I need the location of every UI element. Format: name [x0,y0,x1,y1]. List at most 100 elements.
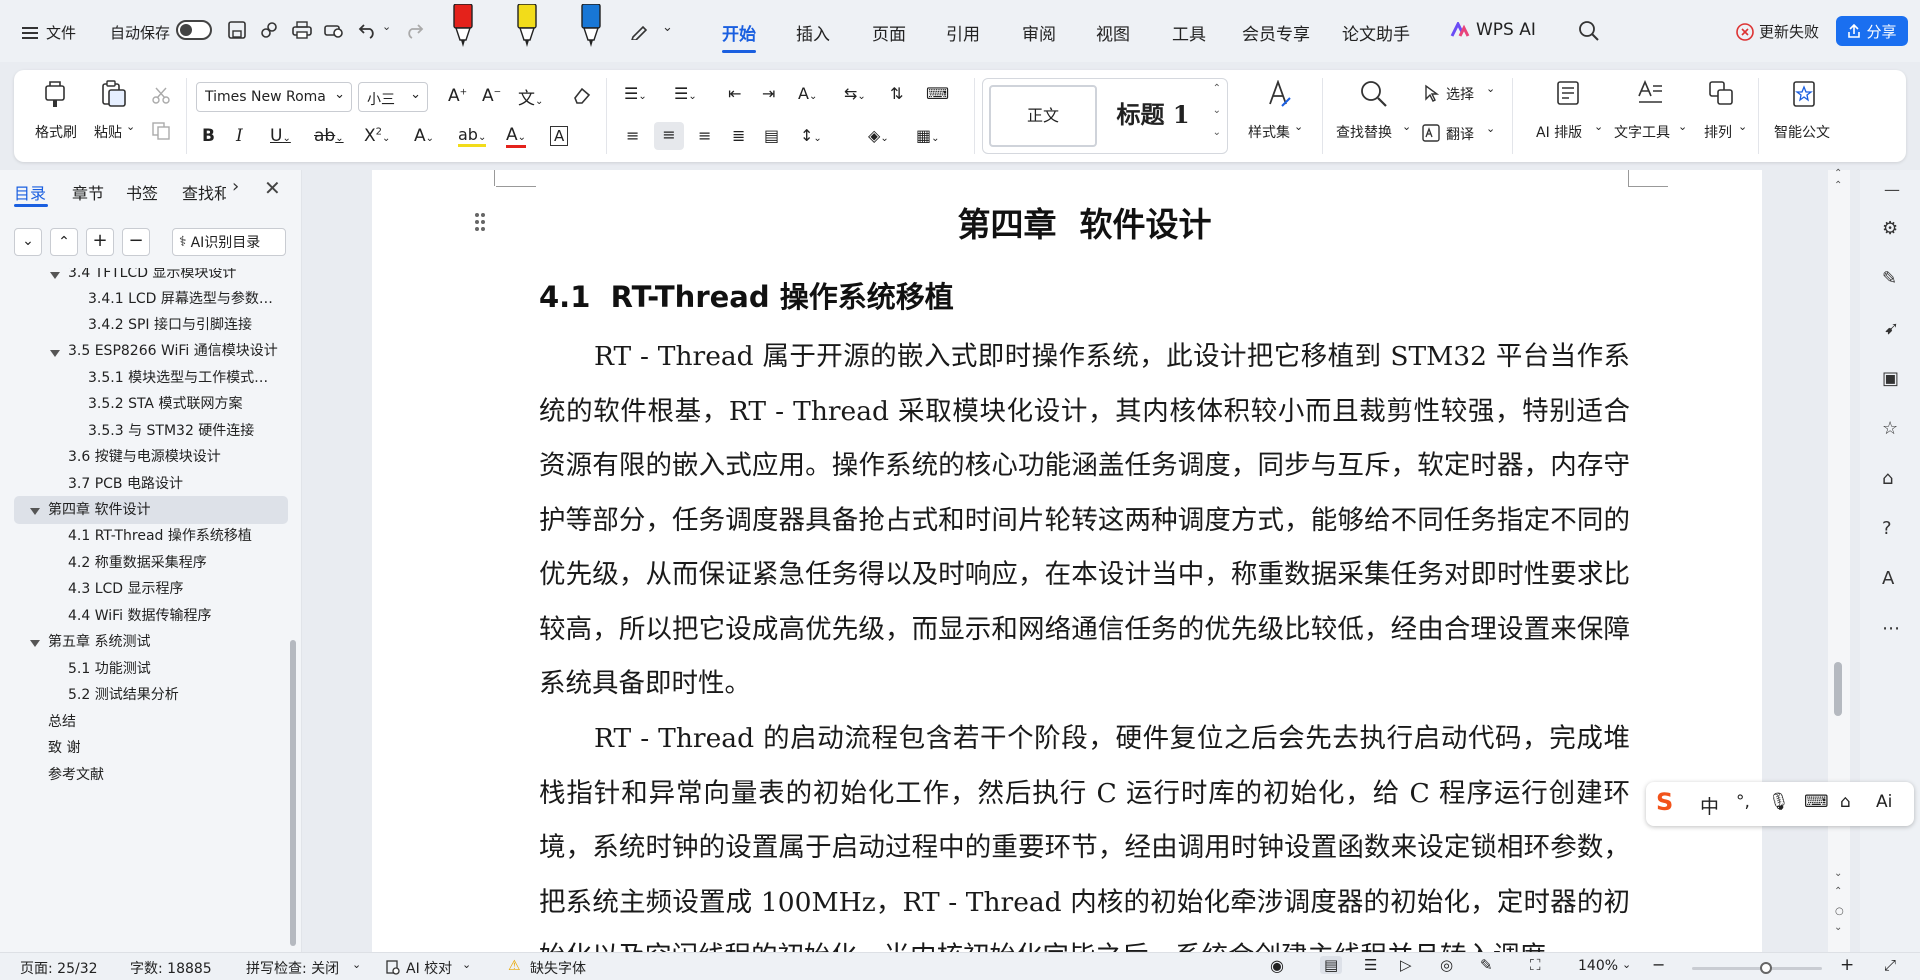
smart-doc-label[interactable]: 智能公文 [1774,122,1830,142]
grow-font-icon[interactable]: A+ [448,86,467,106]
tab-wps-ai[interactable]: WPS AI [1450,20,1536,40]
autosave-toggle[interactable] [176,20,212,40]
undo-dropdown-icon[interactable]: ⌄ [382,20,391,33]
toc-item[interactable]: 参考文献 [48,764,278,784]
more-icon[interactable]: ⋯ [1882,618,1900,639]
line-spacing-button[interactable]: ↕⌄ [800,126,822,145]
toc-expand-icon[interactable] [30,508,40,515]
toc-item[interactable]: 致 谢 [48,737,278,757]
find-replace-label[interactable]: 查找替换 [1336,122,1392,142]
toc-item[interactable]: 3.6 按键与电源模块设计 [68,446,278,466]
bold-button[interactable]: B [202,126,215,146]
prev-page-icon[interactable]: ⌃ [1834,886,1842,897]
paragraph-2[interactable]: RT - Thread 的启动流程包含若干个阶段，硬件复位之后会先去执行启动代码… [539,712,1630,952]
style-set-label[interactable]: 样式集 [1248,122,1290,142]
style-scroll-up-icon[interactable]: ⌃ [1213,83,1221,94]
tab-insert[interactable]: 插入 [796,20,830,45]
yellow-marker-icon[interactable] [514,4,540,48]
clear-format-icon[interactable] [572,86,592,104]
italic-button[interactable]: I [236,126,243,146]
ai-layout-label[interactable]: AI 排版 [1536,122,1582,142]
tab-view[interactable]: 视图 [1096,20,1130,45]
distributed-button[interactable]: ▤ [764,126,779,145]
text-tools-label[interactable]: 文字工具 [1614,122,1670,142]
toc-item[interactable]: 4.4 WiFi 数据传输程序 [68,605,278,625]
outline-view-icon[interactable]: ☰ [1364,956,1377,974]
doc-scrollbar-thumb[interactable] [1834,662,1842,716]
toc-item[interactable]: 3.5 ESP8266 WiFi 通信模块设计 [68,340,278,360]
write-mode-icon[interactable]: ✎ [1480,956,1493,974]
bullet-list-button[interactable]: ☰⌄ [624,84,647,103]
toc-item[interactable]: 3.7 PCB 电路设计 [68,473,278,493]
justify-button[interactable]: ≣ [732,126,745,145]
pen-icon[interactable] [630,22,650,40]
remove-heading-button[interactable]: − [122,228,150,256]
phonetic-guide-icon[interactable]: 文⌄ [518,84,543,109]
eye-protection-icon[interactable]: ◉ [1270,956,1284,975]
blue-marker-icon[interactable] [578,4,604,48]
search-icon[interactable] [1578,20,1600,42]
select-dropdown-icon[interactable]: ⌄ [1486,82,1495,95]
zoom-level[interactable]: 140% [1578,958,1618,974]
tab-references[interactable]: 引用 [946,20,980,45]
help-icon[interactable]: ? [1882,518,1892,539]
browse-object-icon[interactable]: ○ [1835,906,1844,917]
tab-review[interactable]: 审阅 [1022,20,1056,45]
font-size-select[interactable]: 小三 ⌄ [358,82,428,112]
close-pane-icon[interactable]: ✕ [264,176,281,200]
collapse-toolbar-icon[interactable]: — [1884,180,1900,199]
next-page-icon[interactable]: ⌄ [1834,922,1842,933]
arrange-dropdown-icon[interactable]: ⌄ [1738,120,1747,133]
borders-button[interactable]: ▦⌄ [916,126,940,145]
toc-item[interactable]: 3.5.1 模块选型与工作模式配置 [88,367,278,387]
text-tools-icon[interactable] [1636,80,1664,108]
print-icon[interactable] [292,21,312,39]
ime-skin-icon[interactable]: ⌂ [1840,792,1851,812]
toc-item[interactable]: 3.4.2 SPI 接口与引脚连接 [88,314,278,334]
web-view-icon[interactable]: ◎ [1440,956,1453,974]
text-tools-dropdown-icon[interactable]: ⌄ [1678,120,1687,133]
paste-label[interactable]: 粘贴 [94,122,122,142]
find-replace-dropdown-icon[interactable]: ⌄ [1402,120,1411,133]
tab-tools[interactable]: 工具 [1172,20,1206,45]
cut-icon[interactable] [152,86,170,104]
update-failed[interactable]: 更新失败 [1736,21,1819,42]
image-tool-icon[interactable]: ▣ [1882,368,1899,389]
expand-up-button[interactable]: ⌃ [50,228,78,256]
toc-expand-icon[interactable] [30,640,40,647]
ai-toc-button[interactable]: ⚕ AI识别目录 [172,228,286,256]
text-direction-button[interactable]: ⇆⌄ [844,84,866,103]
link-icon[interactable] [260,21,278,39]
smart-doc-icon[interactable] [1792,80,1818,108]
ai-proof-dropdown-icon[interactable]: ⌄ [462,958,471,971]
select-icon[interactable] [1424,84,1440,102]
file-menu[interactable]: 文件 [22,22,76,43]
ime-voice-icon[interactable]: 🎙 [1768,792,1790,812]
arrange-label[interactable]: 排列 [1704,122,1732,142]
chinese-layout-button[interactable]: A⌄ [798,84,817,103]
paragraph-1[interactable]: RT - Thread 属于开源的嵌入式即时操作系统，此设计把它移植到 STM3… [539,330,1630,712]
tab-toc[interactable]: 目录 [14,180,46,204]
ime-keyboard-icon[interactable]: ⌨ [1804,792,1829,812]
text-effect-button[interactable]: A⌄ [414,126,434,146]
print-preview-icon[interactable] [324,21,344,39]
tab-bookmarks[interactable]: 书签 [126,180,158,204]
paste-dropdown-icon[interactable]: ⌄ [126,120,135,133]
tab-more-icon[interactable]: › [232,176,239,197]
superscript-button[interactable]: X2⌄ [364,126,390,146]
shrink-font-icon[interactable]: A− [482,86,501,106]
font-name-select[interactable]: Times New Roman ⌄ [196,82,352,112]
font-color-button[interactable]: A⌄ [506,125,527,148]
shading-button[interactable]: ◈⌄ [868,126,889,145]
toc-expand-icon[interactable] [50,272,60,279]
edit-icon[interactable]: ✎ [1882,268,1897,289]
style-scroll-down-icon[interactable]: ⌄ [1213,105,1221,116]
find-replace-icon[interactable] [1360,80,1388,108]
numbered-list-button[interactable]: ☰⌄ [674,84,697,103]
ai-proof[interactable]: AI 校对 [406,958,452,978]
translate-dropdown-icon[interactable]: ⌄ [1486,122,1495,135]
sort-button[interactable]: ⇅ [890,84,903,103]
fullscreen-icon[interactable]: ⤢ [1884,956,1896,974]
translate-label[interactable]: 翻译 [1446,124,1474,144]
ime-ai-icon[interactable]: Ai [1876,792,1892,812]
